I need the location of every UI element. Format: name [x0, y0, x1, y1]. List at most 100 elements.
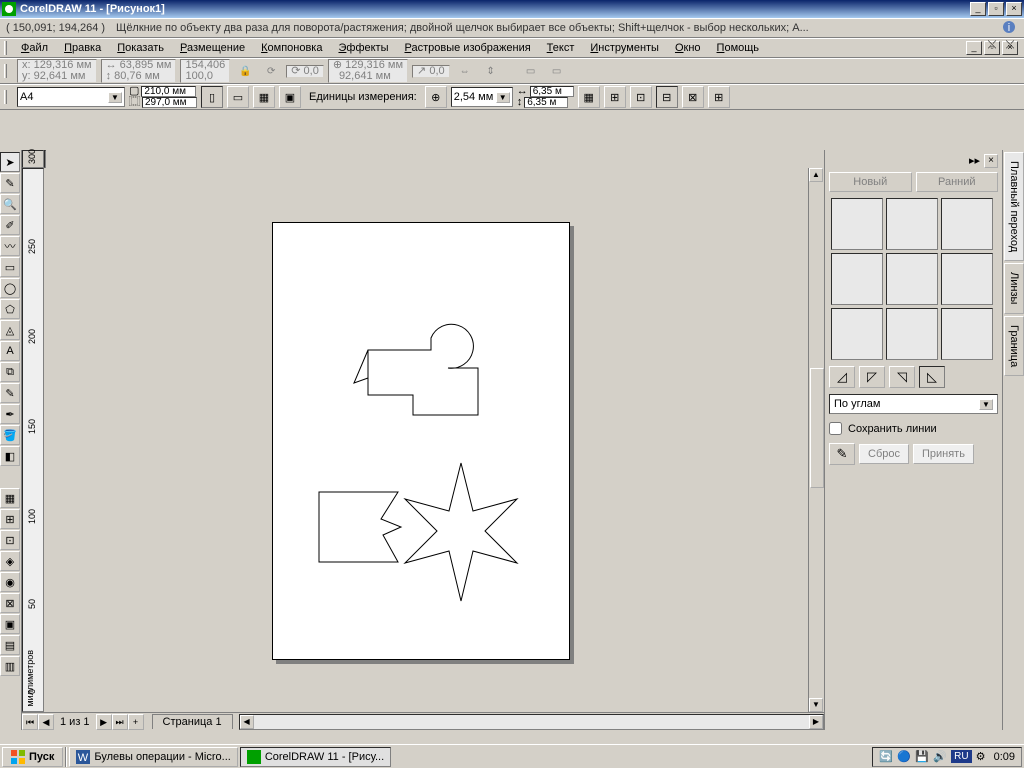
help-icon[interactable]: i	[1002, 20, 1018, 36]
rectangle-tool[interactable]: ▭	[0, 257, 20, 277]
extra-tool-6[interactable]: ⊠	[0, 593, 20, 613]
docker-tab-border[interactable]: Граница	[1004, 316, 1024, 376]
start-button[interactable]: Пуск	[2, 747, 63, 767]
preset-cell[interactable]	[886, 253, 938, 305]
corner-2-button[interactable]: ◸	[859, 366, 885, 388]
zoom-tool[interactable]: 🔍	[0, 194, 20, 214]
scroll-thumb[interactable]	[810, 368, 824, 488]
canvas[interactable]	[44, 168, 808, 712]
corner-1-button[interactable]: ◿	[829, 366, 855, 388]
eyedropper-tool[interactable]: ✎	[0, 383, 20, 403]
fill-tool[interactable]: 🪣	[0, 425, 20, 445]
extra-tool-9[interactable]: ▥	[0, 656, 20, 676]
horizontal-scrollbar[interactable]: ◀ ▶	[239, 714, 824, 730]
menu-правка[interactable]: Правка	[56, 40, 109, 56]
docker-close-button[interactable]: ×	[984, 154, 998, 168]
landscape-button[interactable]: ▭	[227, 86, 249, 108]
extra-tool-5[interactable]: ◉	[0, 572, 20, 592]
mode-combo[interactable]: По углам▼	[829, 394, 998, 414]
menu-растровые изображения[interactable]: Растровые изображения	[397, 40, 539, 56]
freehand-tool[interactable]: ✐	[0, 215, 20, 235]
lock-ratio-button[interactable]: 🔒	[234, 60, 256, 82]
tray-icon[interactable]: 🔊	[933, 750, 947, 764]
snap-button-3[interactable]: ⊡	[630, 86, 652, 108]
tray-icon[interactable]: 💾	[915, 750, 929, 764]
mdi-min[interactable]: _	[966, 41, 982, 55]
nudge-fields[interactable]: ↔ ↕	[517, 86, 574, 108]
docker-new-button[interactable]: Новый	[829, 172, 912, 192]
first-page-button[interactable]: ⏮	[22, 714, 38, 730]
menu-текст[interactable]: Текст	[539, 40, 583, 56]
menu-файл[interactable]: Файл	[13, 40, 56, 56]
docker-prev-button[interactable]: Ранний	[916, 172, 999, 192]
paper-size-fields[interactable]: ▢ ⿴	[129, 86, 197, 108]
clock[interactable]: 0:09	[994, 751, 1015, 763]
snap-button-6[interactable]: ⊞	[708, 86, 730, 108]
menu-компоновка[interactable]: Компоновка	[253, 40, 330, 56]
units-icon[interactable]: ⊕	[425, 86, 447, 108]
page-frame-button[interactable]: ▣	[279, 86, 301, 108]
menu-размещение[interactable]: Размещение	[172, 40, 253, 56]
preset-cell[interactable]	[831, 308, 883, 360]
polygon-tool[interactable]: ⬠	[0, 299, 20, 319]
vertical-ruler[interactable]: миллиметров 050100150200250300	[22, 168, 44, 712]
tray-icon[interactable]: 🔵	[897, 750, 911, 764]
smart-draw-tool[interactable]: 〰	[0, 236, 20, 256]
preset-cell[interactable]	[831, 253, 883, 305]
snap-button-5[interactable]: ⊠	[682, 86, 704, 108]
close-button[interactable]: ×	[1006, 2, 1022, 16]
shape-tool[interactable]: ✎	[0, 173, 20, 193]
menu-эффекты[interactable]: Эффекты	[330, 40, 396, 56]
page-layout-button[interactable]: ▦	[253, 86, 275, 108]
docker-tab-lens[interactable]: Линзы	[1004, 263, 1024, 313]
menu-окно[interactable]: Окно	[667, 40, 709, 56]
tray-icon[interactable]: 🔄	[879, 750, 893, 764]
snap-button-2[interactable]: ⊞	[604, 86, 626, 108]
preset-cell[interactable]	[886, 198, 938, 250]
extra-tool-3[interactable]: ⊡	[0, 530, 20, 550]
docker-expand-icon[interactable]: ▸▸	[969, 154, 980, 168]
mdi-restore[interactable]: ⤬	[1002, 39, 1018, 53]
grip-icon[interactable]	[4, 41, 7, 55]
eyedropper-button[interactable]: ✎	[829, 443, 855, 465]
prev-page-button[interactable]: ◀	[38, 714, 54, 730]
outline-tool[interactable]: ✒	[0, 404, 20, 424]
preset-cell[interactable]	[831, 198, 883, 250]
portrait-button[interactable]: ▯	[201, 86, 223, 108]
extra-tool-8[interactable]: ▤	[0, 635, 20, 655]
preset-cell[interactable]	[941, 308, 993, 360]
horizontal-ruler[interactable]: миллиметров 050100150200250300	[44, 150, 46, 168]
apply-button[interactable]: Принять	[913, 444, 974, 464]
to-back-button[interactable]: ▭	[546, 60, 568, 82]
grip-icon[interactable]	[4, 64, 7, 78]
mirror-v-button[interactable]: ⇕	[480, 60, 502, 82]
page-tab[interactable]: Страница 1	[152, 714, 233, 729]
grip-icon[interactable]	[4, 90, 7, 104]
scroll-up-button[interactable]: ▲	[809, 168, 823, 182]
last-page-button[interactable]: ⏭	[112, 714, 128, 730]
menu-помощь[interactable]: Помощь	[709, 40, 768, 56]
scroll-left-button[interactable]: ◀	[240, 715, 254, 729]
scroll-right-button[interactable]: ▶	[809, 715, 823, 729]
extra-tool-2[interactable]: ⊞	[0, 509, 20, 529]
basic-shapes-tool[interactable]: ◬	[0, 320, 20, 340]
ellipse-tool[interactable]: ◯	[0, 278, 20, 298]
next-page-button[interactable]: ▶	[96, 714, 112, 730]
text-tool[interactable]: A	[0, 341, 20, 361]
extra-tool-7[interactable]: ▣	[0, 614, 20, 634]
paper-format-combo[interactable]: A4▼	[17, 87, 125, 107]
blend-tool[interactable]: ⧉	[0, 362, 20, 382]
vertical-scrollbar[interactable]: ▲ ▼	[808, 168, 824, 712]
menu-инструменты[interactable]: Инструменты	[582, 40, 667, 56]
reset-button[interactable]: Сброс	[859, 444, 909, 464]
preset-cell[interactable]	[941, 253, 993, 305]
preset-cell[interactable]	[941, 198, 993, 250]
snap-button-4[interactable]: ⊟	[656, 86, 678, 108]
corner-4-button[interactable]: ◺	[919, 366, 945, 388]
pick-tool[interactable]: ➤	[0, 152, 20, 172]
scroll-down-button[interactable]: ▼	[809, 698, 823, 712]
task-coreldraw[interactable]: CorelDRAW 11 - [Рису...	[240, 747, 391, 767]
keep-lines-checkbox[interactable]: Сохранить линии	[829, 422, 998, 435]
menu-показать[interactable]: Показать	[109, 40, 172, 56]
maximize-button[interactable]: ▫	[988, 2, 1004, 16]
